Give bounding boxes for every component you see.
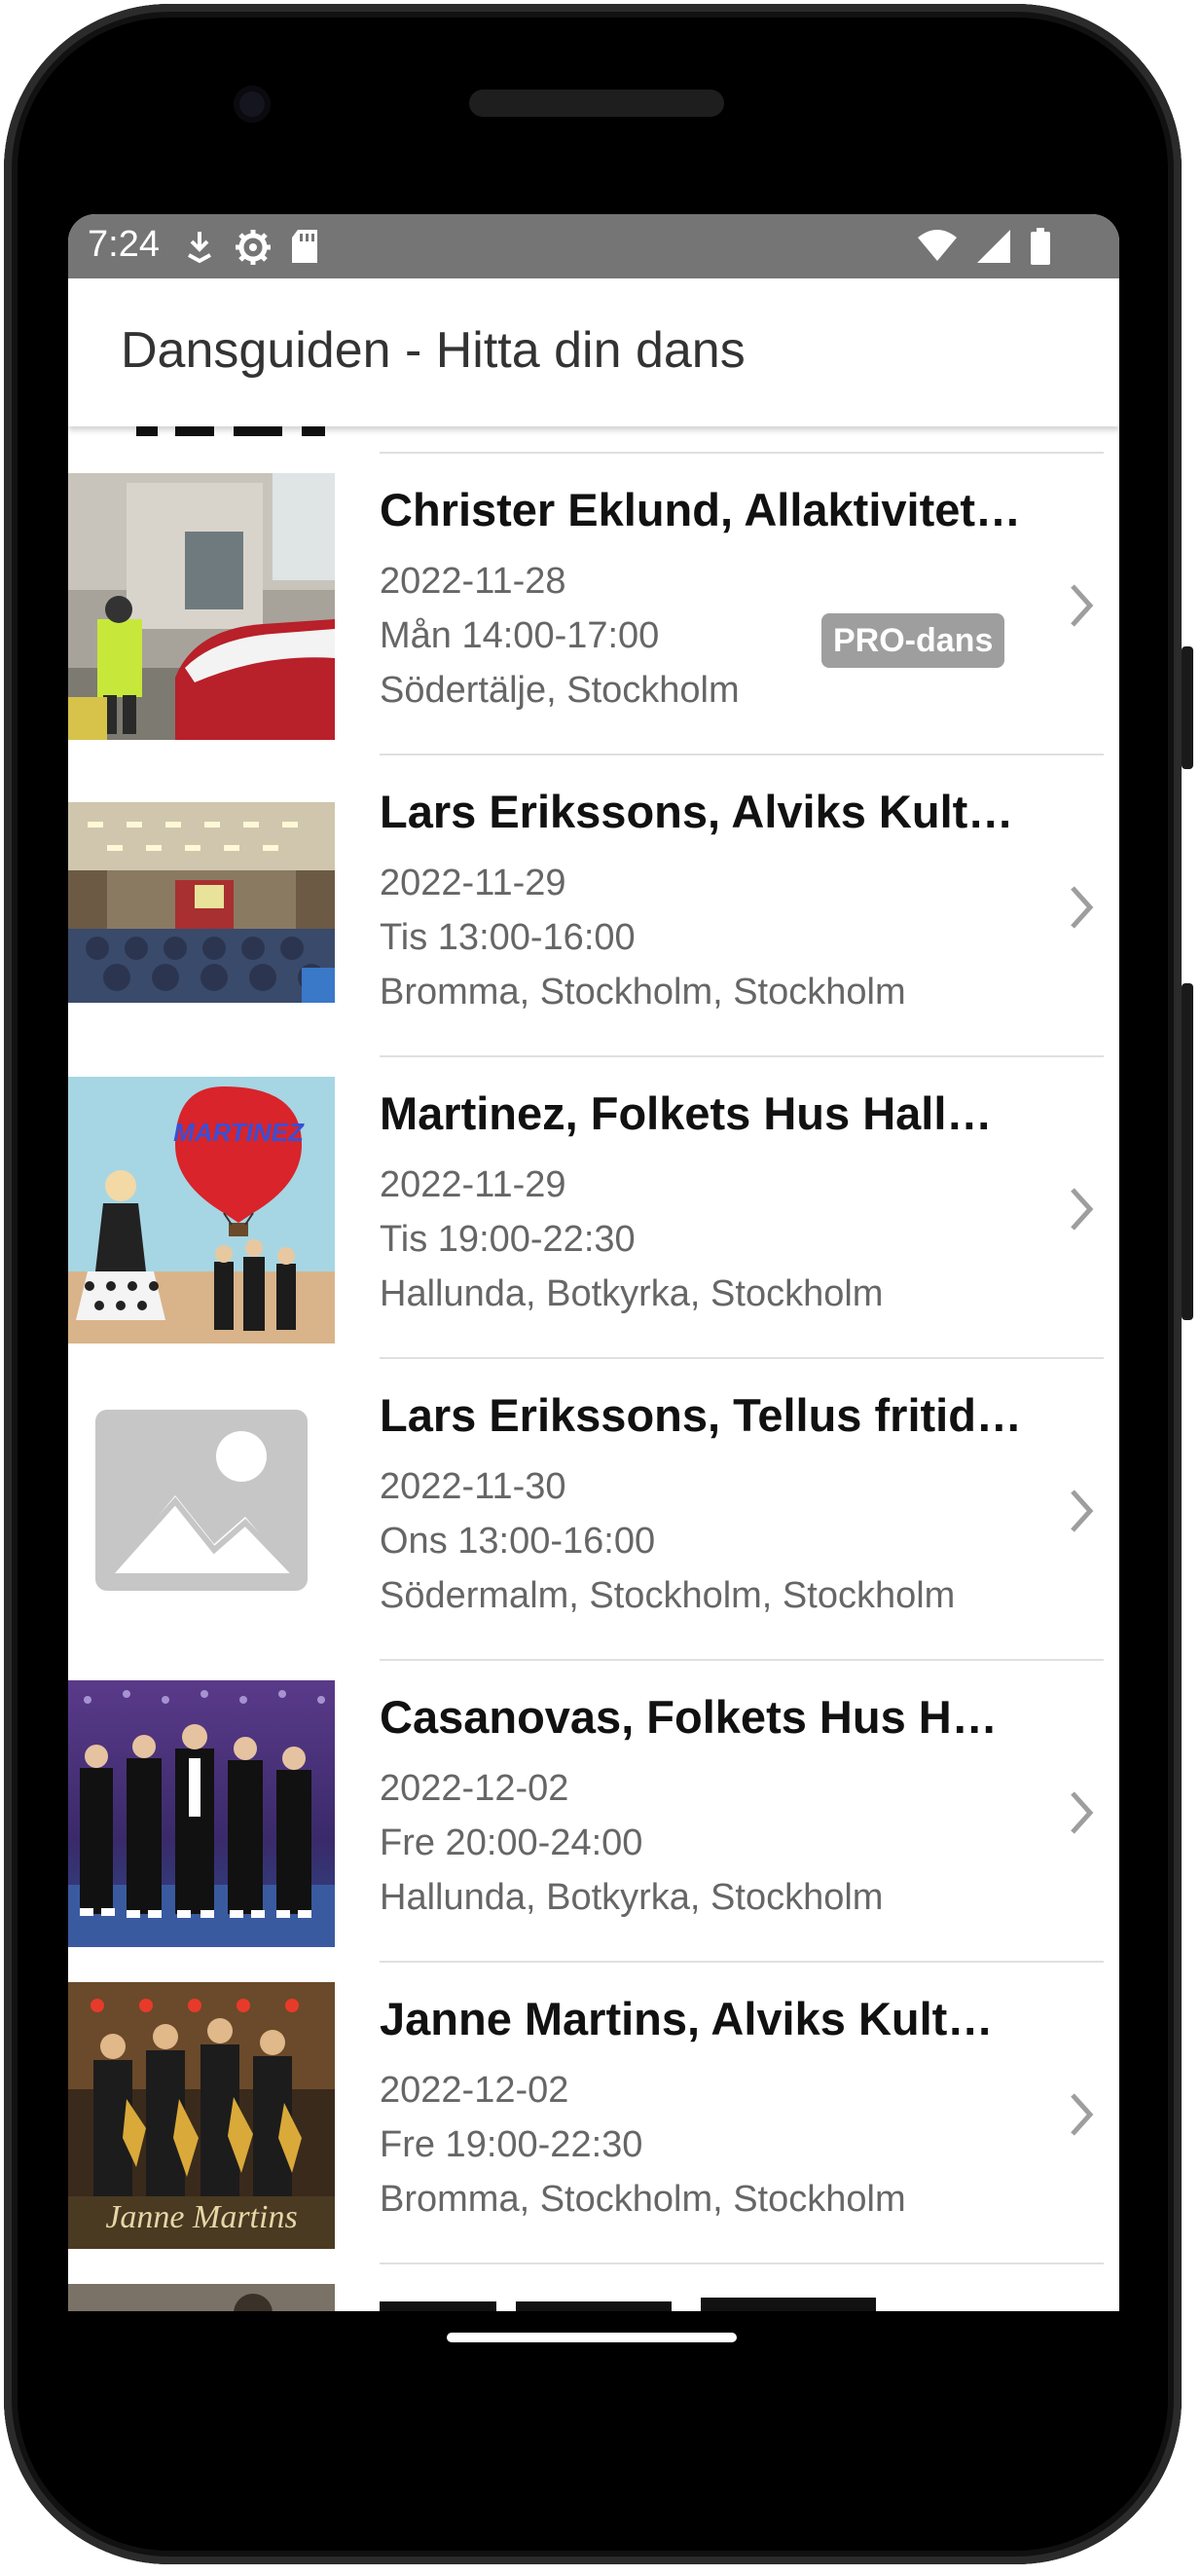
status-time: 7:24	[88, 224, 160, 265]
event-time: Mån 14:00-17:00	[380, 615, 660, 656]
pro-dans-badge: PRO-dans	[821, 613, 1005, 668]
event-title: Martinez, Folkets Hus Hall…	[380, 1087, 993, 1139]
event-title: Casanovas, Folkets Hus Ha…	[380, 1691, 1022, 1743]
list-item[interactable]: Lars Erikssons, Tellus fritid… 2022-11-3…	[68, 1359, 1119, 1661]
list-item[interactable]: Janne Martins Janne Martins, Alviks Kult…	[68, 1963, 1119, 2264]
list-item[interactable]: Christer Eklund, Allaktivitet… 2022-11-2…	[68, 454, 1119, 755]
event-thumbnail	[68, 802, 335, 1003]
event-place: Bromma, Stockholm, Stockholm	[380, 2179, 906, 2220]
chevron-right-icon	[1063, 1180, 1102, 1238]
home-gesture-bar[interactable]	[447, 2333, 737, 2342]
event-time: Ons 13:00-16:00	[380, 1521, 656, 1562]
settings-icon	[234, 228, 273, 272]
image-placeholder-icon	[68, 1379, 335, 1645]
list-item[interactable]: Lars Erikssons, Alviks Kult… 2022-11-29 …	[68, 755, 1119, 1057]
wifi-icon	[917, 228, 958, 270]
event-date: 2022-11-29	[380, 863, 566, 903]
event-date: 2022-11-30	[380, 1466, 566, 1507]
event-thumbnail	[68, 1680, 335, 1947]
thumbnail-text: Janne Martins	[105, 2199, 297, 2235]
event-thumbnail: Janne Martins	[68, 1982, 335, 2249]
event-thumbnail	[68, 473, 335, 740]
chevron-right-icon	[1063, 878, 1102, 937]
list-item[interactable]: Casanovas, Folkets Hus Ha… 2022-12-02 Fr…	[68, 1661, 1119, 1963]
volume-button	[1182, 983, 1193, 1320]
event-place: Bromma, Stockholm, Stockholm	[380, 972, 906, 1012]
event-title: Christer Eklund, Allaktivitet…	[380, 484, 1022, 535]
battery-icon	[1030, 228, 1051, 270]
event-time: Tis 13:00-16:00	[380, 917, 636, 958]
event-place: Hallunda, Botkyrka, Stockholm	[380, 1273, 884, 1314]
event-thumbnail: MARTINEZ	[68, 1077, 335, 1343]
event-date: 2022-12-02	[380, 2070, 569, 2111]
event-date: 2022-11-28	[380, 561, 566, 602]
status-bar: 7:24	[68, 214, 1119, 278]
front-camera	[234, 86, 271, 123]
chevron-right-icon	[1063, 1482, 1102, 1540]
event-date: 2022-12-02	[380, 1768, 569, 1809]
event-time: Fre 20:00-24:00	[380, 1822, 643, 1863]
event-date: 2022-11-29	[380, 1164, 566, 1205]
event-place: Södertälje, Stockholm	[380, 670, 740, 711]
event-title: Janne Martins, Alviks Kult…	[380, 1993, 994, 2044]
status-icons-left	[183, 228, 319, 272]
event-thumbnail	[68, 2284, 335, 2311]
download-icon	[183, 228, 216, 272]
partial-previous-item	[107, 426, 399, 444]
event-list[interactable]: Christer Eklund, Allaktivitet… 2022-11-2…	[68, 426, 1119, 2311]
device-frame: 7:24 Dansguiden - Hitta din dans Christe…	[0, 0, 1202, 2576]
status-icons-right	[917, 228, 1051, 270]
event-title: Lars Erikssons, Tellus fritid…	[380, 1389, 1022, 1441]
screen: 7:24 Dansguiden - Hitta din dans Christe…	[68, 214, 1119, 2311]
signal-icon	[975, 228, 1012, 270]
earpiece-speaker	[469, 90, 724, 117]
sd-card-icon	[290, 228, 319, 272]
app-title: Dansguiden - Hitta din dans	[121, 322, 746, 379]
partial-next-title	[380, 2298, 876, 2311]
app-bar: Dansguiden - Hitta din dans	[68, 278, 1119, 426]
event-place: Hallunda, Botkyrka, Stockholm	[380, 1877, 884, 1918]
event-time: Tis 19:00-22:30	[380, 1219, 636, 1260]
power-button	[1182, 646, 1193, 769]
thumbnail-text: MARTINEZ	[173, 1118, 305, 1147]
list-item[interactable]: MARTINEZ Martinez, Folkets Hus Hall… 202…	[68, 1057, 1119, 1359]
event-time: Fre 19:00-22:30	[380, 2124, 643, 2165]
event-title: Lars Erikssons, Alviks Kult…	[380, 786, 1014, 837]
event-place: Södermalm, Stockholm, Stockholm	[380, 1575, 956, 1616]
chevron-right-icon	[1063, 1784, 1102, 1842]
chevron-right-icon	[1063, 2085, 1102, 2144]
list-item[interactable]	[68, 2264, 1119, 2311]
chevron-right-icon	[1063, 576, 1102, 635]
